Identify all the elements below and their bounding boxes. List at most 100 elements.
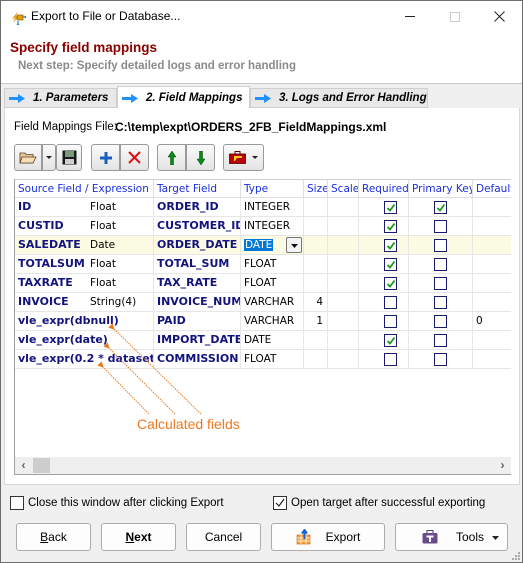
primary-key-checkbox[interactable] <box>434 258 447 271</box>
type-cell[interactable]: INTEGER <box>241 217 304 235</box>
column-header-type[interactable]: Type <box>241 180 304 198</box>
table-row[interactable]: ID Float ORDER_ID INTEGER <box>15 198 511 217</box>
table-row[interactable]: TOTALSUM Float TOTAL_SUM FLOAT <box>15 255 511 274</box>
table-row[interactable]: TAXRATE Float TAX_RATE FLOAT <box>15 274 511 293</box>
source-field-cell[interactable]: INVOICE String(4) <box>15 293 154 311</box>
scroll-right-icon[interactable]: › <box>494 457 511 474</box>
target-field-cell[interactable]: ORDER_ID <box>154 198 241 216</box>
required-cell[interactable] <box>359 293 409 311</box>
default-cell[interactable] <box>473 217 511 235</box>
default-cell[interactable] <box>473 331 511 349</box>
required-cell[interactable] <box>359 331 409 349</box>
required-checkbox[interactable] <box>384 334 397 347</box>
close-after-export-checkbox[interactable] <box>10 496 24 510</box>
tools-button[interactable]: Tools <box>395 523 508 551</box>
cancel-button[interactable]: Cancel <box>186 523 261 551</box>
primary-key-cell[interactable] <box>409 217 473 235</box>
default-cell[interactable] <box>473 198 511 216</box>
required-cell[interactable] <box>359 236 409 254</box>
move-up-button[interactable] <box>157 144 186 171</box>
required-cell[interactable] <box>359 217 409 235</box>
type-cell[interactable]: DATE <box>241 331 304 349</box>
size-cell[interactable] <box>304 331 328 349</box>
required-checkbox[interactable] <box>384 315 397 328</box>
primary-key-cell[interactable] <box>409 312 473 330</box>
scale-cell[interactable] <box>328 255 359 273</box>
default-cell[interactable] <box>473 293 511 311</box>
type-cell-editor[interactable]: DATE <box>241 236 304 254</box>
required-checkbox[interactable] <box>384 353 397 366</box>
required-checkbox[interactable] <box>384 239 397 252</box>
column-header-size[interactable]: Size <box>304 180 328 198</box>
column-header-primary-key[interactable]: Primary Key <box>409 180 473 198</box>
column-header-default[interactable]: Default <box>473 180 511 198</box>
scale-cell[interactable] <box>328 274 359 292</box>
table-row[interactable]: vle_expr(dbnull) PAID VARCHAR 1 0 <box>15 312 511 331</box>
required-checkbox[interactable] <box>384 258 397 271</box>
primary-key-cell[interactable] <box>409 331 473 349</box>
default-cell[interactable]: 0 <box>473 312 511 330</box>
resize-grip-icon[interactable] <box>512 552 520 560</box>
primary-key-cell[interactable] <box>409 236 473 254</box>
size-cell[interactable] <box>304 236 328 254</box>
size-cell[interactable]: 1 <box>304 312 328 330</box>
export-button[interactable]: Export <box>271 523 385 551</box>
required-cell[interactable] <box>359 350 409 368</box>
scale-cell[interactable] <box>328 198 359 216</box>
source-field-cell[interactable]: SALEDATE Date <box>15 236 154 254</box>
source-field-cell[interactable]: vle_expr(0.2 * dataset_ <box>15 350 154 368</box>
scale-cell[interactable] <box>328 293 359 311</box>
source-field-cell[interactable]: vle_expr(date) <box>15 331 154 349</box>
table-row[interactable]: SALEDATE Date ORDER_DATE DATE <box>15 236 511 255</box>
table-row[interactable]: vle_expr(0.2 * dataset_ COMMISSION FLOAT <box>15 350 511 369</box>
scale-cell[interactable] <box>328 350 359 368</box>
size-cell[interactable]: 4 <box>304 293 328 311</box>
primary-key-checkbox[interactable] <box>434 353 447 366</box>
target-field-cell[interactable]: COMMISSION <box>154 350 241 368</box>
scale-cell[interactable] <box>328 236 359 254</box>
primary-key-cell[interactable] <box>409 198 473 216</box>
size-cell[interactable] <box>304 198 328 216</box>
primary-key-checkbox[interactable] <box>434 296 447 309</box>
target-field-cell[interactable]: TAX_RATE <box>154 274 241 292</box>
target-field-cell[interactable]: TOTAL_SUM <box>154 255 241 273</box>
tab-field-mappings[interactable]: 2. Field Mappings <box>117 86 250 109</box>
required-cell[interactable] <box>359 312 409 330</box>
source-field-cell[interactable]: TOTALSUM Float <box>15 255 154 273</box>
source-field-cell[interactable]: vle_expr(dbnull) <box>15 312 154 330</box>
size-cell[interactable] <box>304 350 328 368</box>
target-field-cell[interactable]: PAID <box>154 312 241 330</box>
move-down-button[interactable] <box>186 144 215 171</box>
primary-key-checkbox[interactable] <box>434 220 447 233</box>
scroll-left-icon[interactable]: ‹ <box>15 457 32 474</box>
scale-cell[interactable] <box>328 312 359 330</box>
target-field-cell[interactable]: IMPORT_DATE <box>154 331 241 349</box>
required-cell[interactable] <box>359 255 409 273</box>
target-field-cell[interactable]: ORDER_DATE <box>154 236 241 254</box>
type-cell[interactable]: VARCHAR <box>241 312 304 330</box>
type-cell[interactable]: FLOAT <box>241 255 304 273</box>
save-button[interactable] <box>56 144 82 171</box>
type-cell[interactable]: FLOAT <box>241 350 304 368</box>
scale-cell[interactable] <box>328 217 359 235</box>
open-button[interactable] <box>14 144 42 171</box>
type-cell[interactable]: FLOAT <box>241 274 304 292</box>
column-header-source[interactable]: Source Field / Expression <box>15 180 154 198</box>
horizontal-scrollbar[interactable]: ‹ › <box>15 457 511 474</box>
tab-parameters[interactable]: 1. Parameters <box>4 88 117 108</box>
primary-key-checkbox[interactable] <box>434 277 447 290</box>
required-checkbox[interactable] <box>384 201 397 214</box>
column-header-scale[interactable]: Scale <box>328 180 359 198</box>
required-cell[interactable] <box>359 274 409 292</box>
close-button[interactable] <box>477 1 522 32</box>
scale-cell[interactable] <box>328 331 359 349</box>
default-cell[interactable] <box>473 236 511 254</box>
target-field-cell[interactable]: CUSTOMER_ID <box>154 217 241 235</box>
target-field-cell[interactable]: INVOICE_NUM <box>154 293 241 311</box>
primary-key-cell[interactable] <box>409 350 473 368</box>
size-cell[interactable] <box>304 255 328 273</box>
open-target-option[interactable]: Open target after successful exporting <box>273 496 485 510</box>
close-after-export-option[interactable]: Close this window after clicking Export <box>10 496 224 510</box>
type-cell[interactable]: VARCHAR <box>241 293 304 311</box>
primary-key-cell[interactable] <box>409 274 473 292</box>
